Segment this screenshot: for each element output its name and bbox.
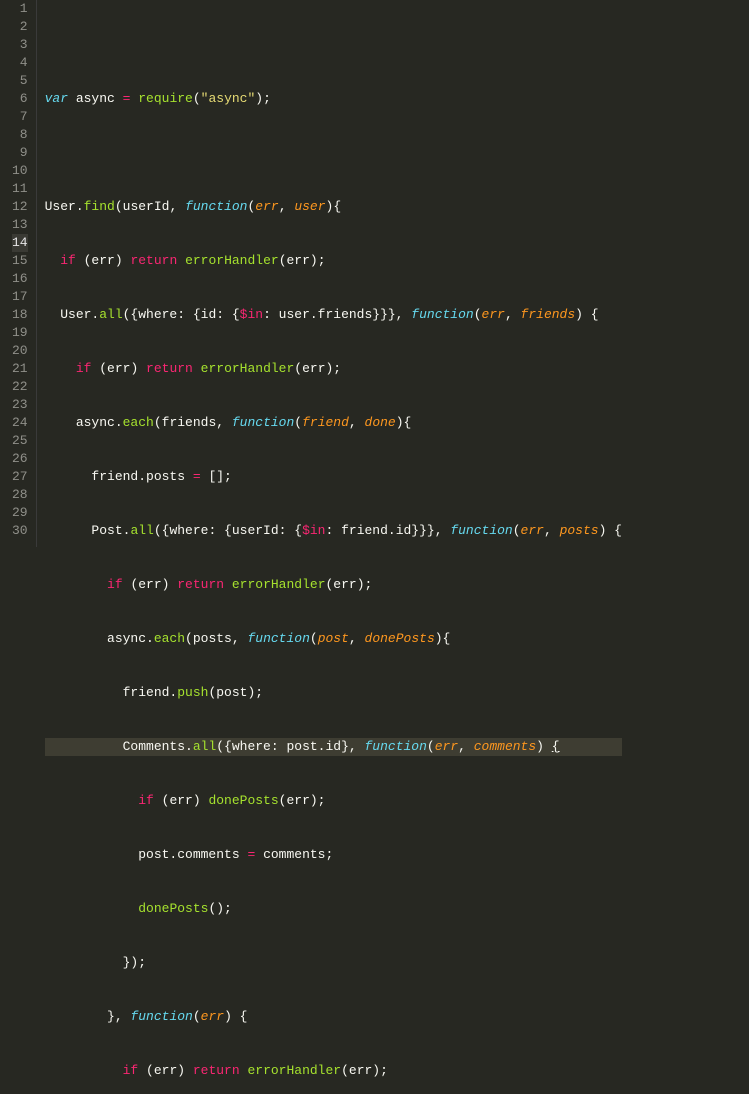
line-number: 15 [12,252,28,270]
code-line[interactable]: if (err) return errorHandler(err); [45,360,622,378]
line-number: 4 [12,54,28,72]
line-number: 14 [12,234,28,252]
code-area[interactable]: var async = require("async"); User.find(… [37,0,622,547]
code-line[interactable]: if (err) return errorHandler(err); [45,1062,622,1080]
line-number: 2 [12,18,28,36]
code-line[interactable]: User.all({where: {id: {$in: user.friends… [45,306,622,324]
line-number: 18 [12,306,28,324]
code-line[interactable]: }, function(err) { [45,1008,622,1026]
code-line[interactable]: Post.all({where: {userId: {$in: friend.i… [45,522,622,540]
line-number: 11 [12,180,28,198]
line-number: 9 [12,144,28,162]
code-editor[interactable]: 1234567891011121314151617181920212223242… [0,0,749,547]
line-number: 6 [12,90,28,108]
code-line[interactable]: friend.posts = []; [45,468,622,486]
line-number: 13 [12,216,28,234]
code-line[interactable] [45,144,622,162]
code-line[interactable]: var async = require("async"); [45,90,622,108]
line-number: 3 [12,36,28,54]
line-number: 25 [12,432,28,450]
code-line[interactable]: if (err) return errorHandler(err); [45,576,622,594]
line-number: 26 [12,450,28,468]
code-line[interactable]: User.find(userId, function(err, user){ [45,198,622,216]
line-number: 17 [12,288,28,306]
code-line[interactable]: async.each(friends, function(friend, don… [45,414,622,432]
line-number: 7 [12,108,28,126]
line-number-gutter: 1234567891011121314151617181920212223242… [0,0,37,547]
line-number: 10 [12,162,28,180]
line-number: 16 [12,270,28,288]
line-number: 21 [12,360,28,378]
line-number: 29 [12,504,28,522]
code-line[interactable] [45,36,622,54]
code-line[interactable]: if (err) donePosts(err); [45,792,622,810]
line-number: 23 [12,396,28,414]
line-number: 28 [12,486,28,504]
code-line[interactable]: Comments.all({where: post.id}, function(… [45,738,622,756]
line-number: 30 [12,522,28,540]
code-line[interactable]: async.each(posts, function(post, donePos… [45,630,622,648]
line-number: 22 [12,378,28,396]
line-number: 24 [12,414,28,432]
line-number: 20 [12,342,28,360]
code-line[interactable]: if (err) return errorHandler(err); [45,252,622,270]
line-number: 1 [12,0,28,18]
line-number: 27 [12,468,28,486]
code-line[interactable]: post.comments = comments; [45,846,622,864]
line-number: 12 [12,198,28,216]
code-line[interactable]: friend.push(post); [45,684,622,702]
line-number: 5 [12,72,28,90]
line-number: 19 [12,324,28,342]
code-line[interactable]: }); [45,954,622,972]
code-line[interactable]: donePosts(); [45,900,622,918]
line-number: 8 [12,126,28,144]
